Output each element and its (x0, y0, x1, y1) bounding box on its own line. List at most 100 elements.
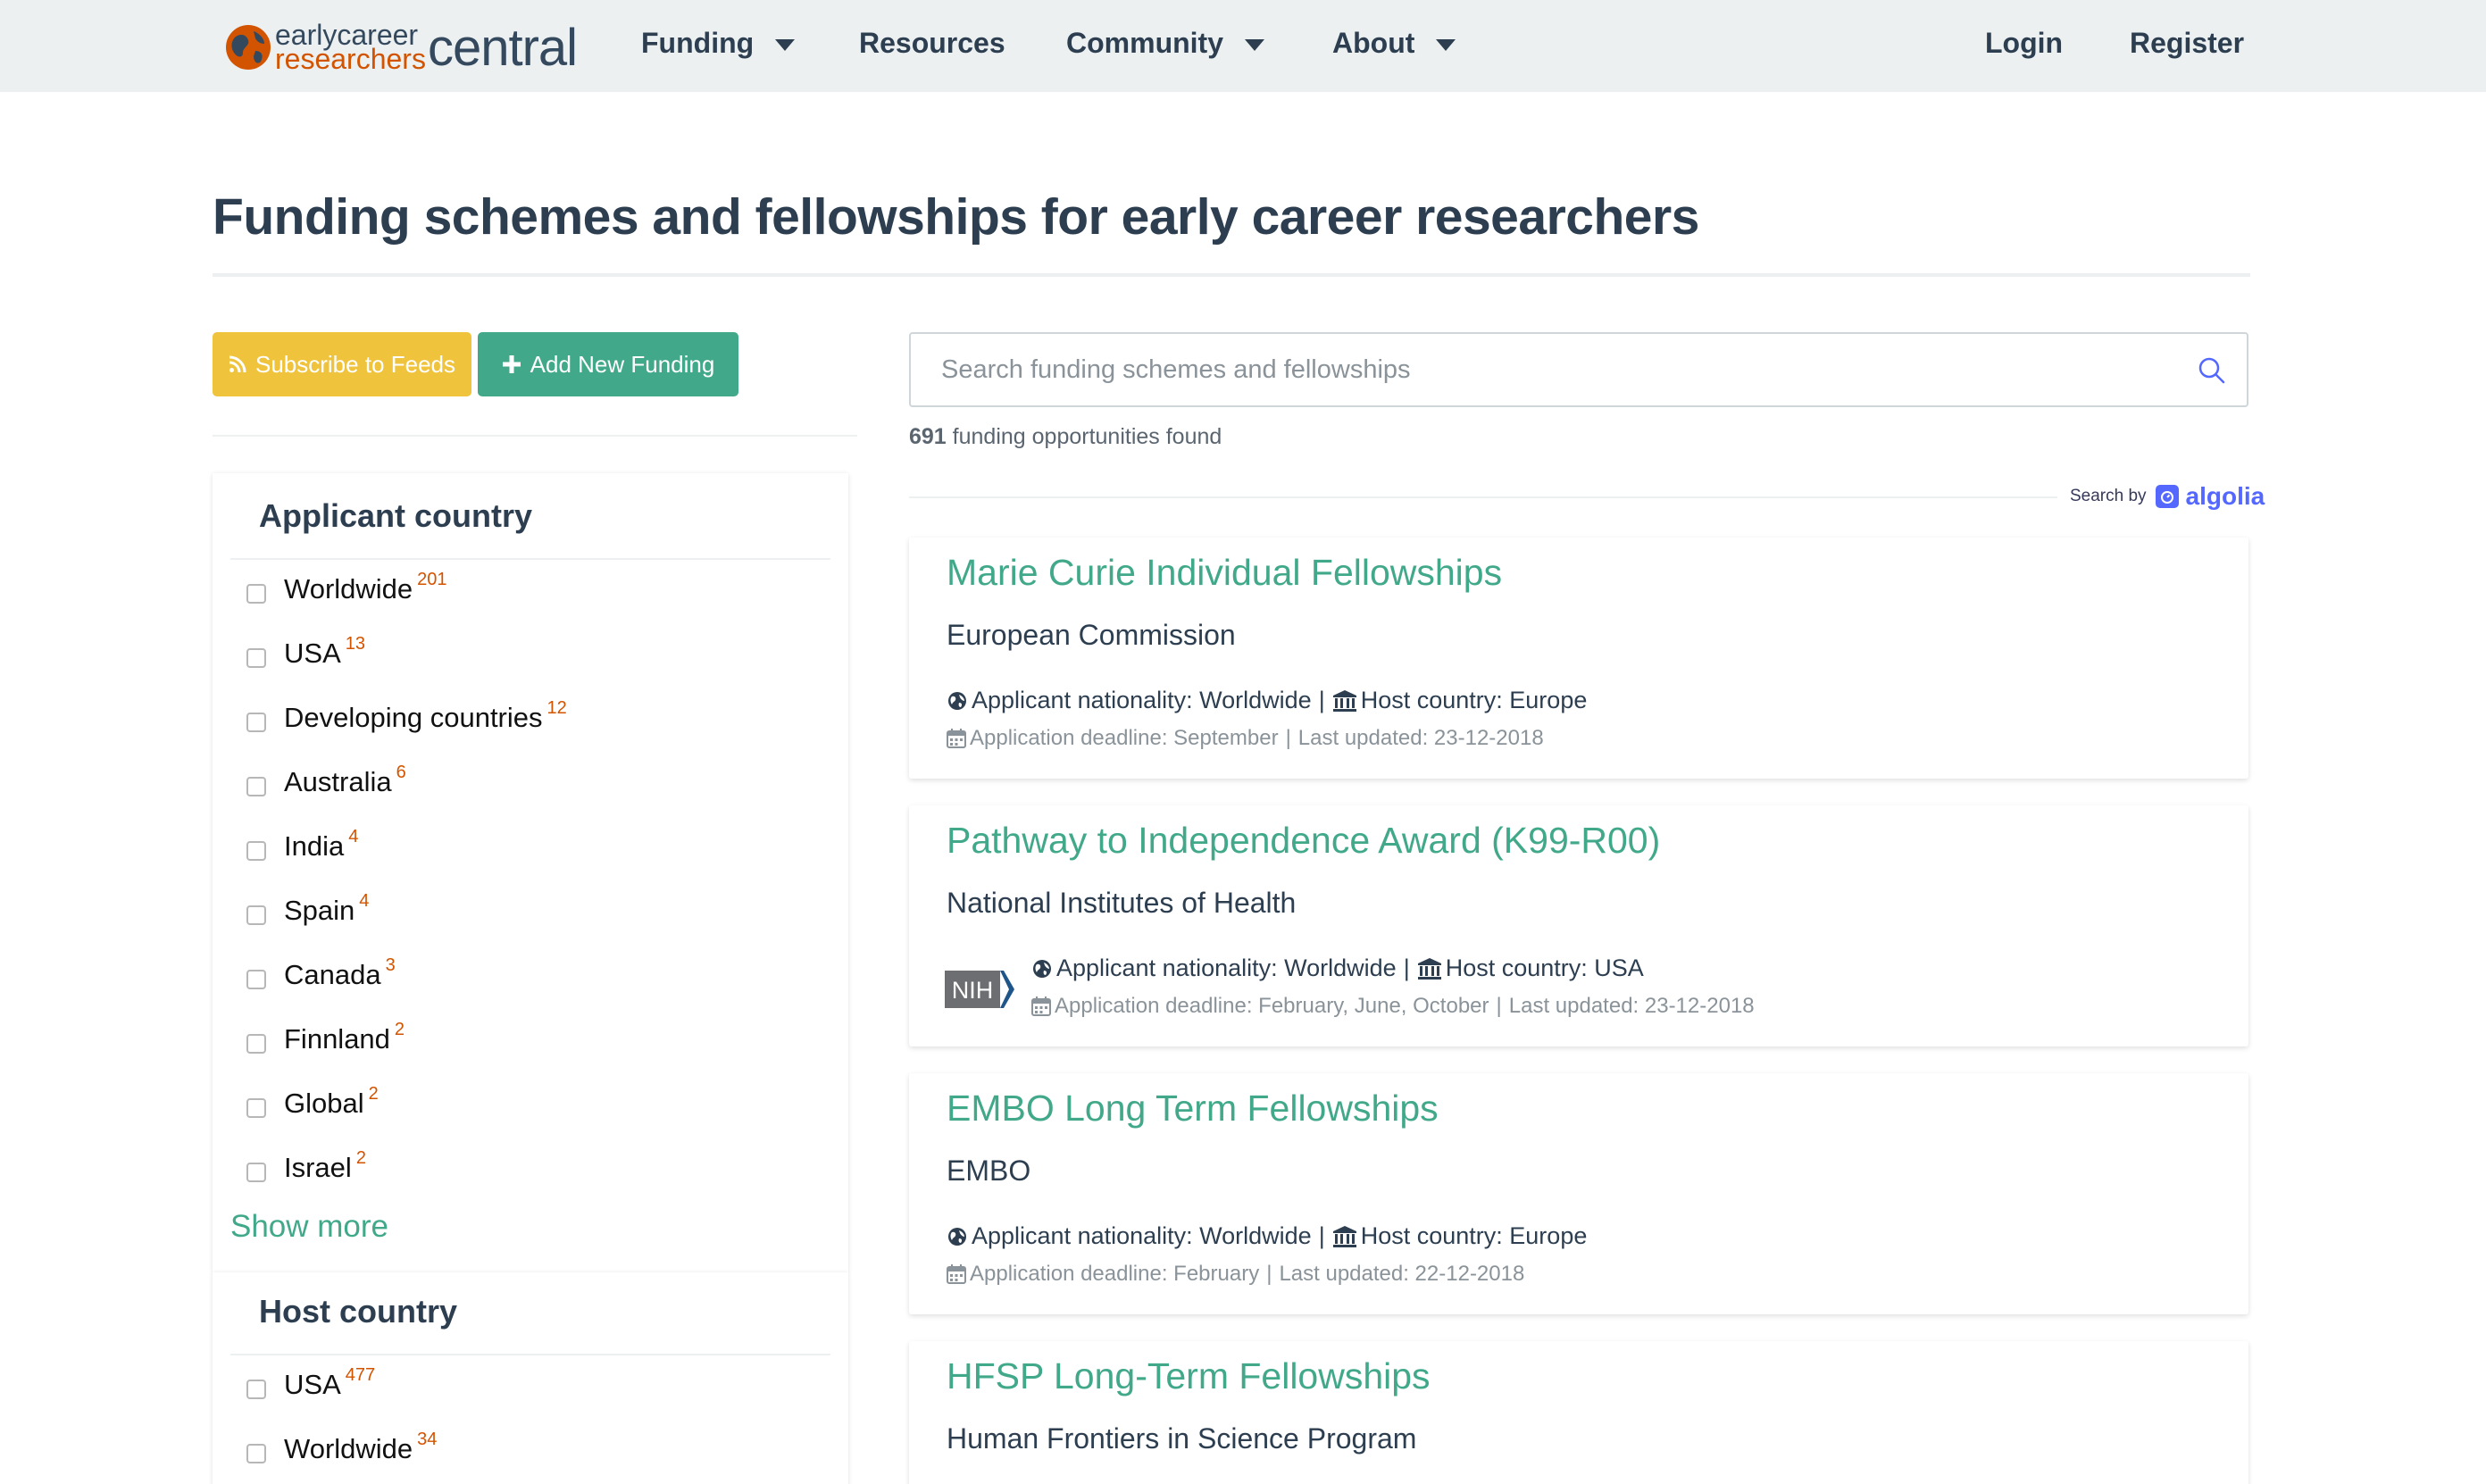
facet-label: Canada (284, 959, 381, 990)
results-count: 691 funding opportunities found (909, 424, 1222, 450)
bank-icon (1332, 1225, 1356, 1247)
checkbox[interactable] (246, 905, 266, 925)
facet-item[interactable]: Israel 2 (246, 1148, 366, 1184)
nav-community[interactable]: Community (1066, 27, 1264, 60)
result-title-link[interactable]: Marie Curie Individual Fellowships (947, 552, 1502, 594)
search-by-label: Search by (2070, 487, 2147, 505)
facet-count: 2 (368, 1084, 379, 1104)
checkbox[interactable] (246, 1444, 266, 1463)
globe-icon (948, 691, 966, 710)
facet-count: 4 (348, 827, 359, 846)
checkbox[interactable] (246, 1380, 266, 1399)
facet-item[interactable]: Spain 4 (246, 891, 369, 927)
logo-text-central: central (427, 18, 578, 77)
result-last-updated: Last updated: 23-12-2018 (1508, 994, 1755, 1018)
sidebar-divider (213, 435, 857, 437)
facet-item[interactable]: Developing countries 12 (246, 698, 567, 734)
checkbox[interactable] (246, 970, 266, 989)
result-card: Marie Curie Individual Fellowships Europ… (909, 538, 2248, 779)
register-link[interactable]: Register (2130, 27, 2244, 60)
host-country-facet: Host country USA 477 Worldwide 34 (213, 1272, 848, 1484)
result-card: Pathway to Independence Award (K99-R00) … (909, 805, 2248, 1046)
plus-icon (502, 355, 521, 373)
title-divider (213, 273, 2250, 277)
globe-logo-icon (226, 25, 271, 70)
facet-label: Spain (284, 895, 355, 926)
checkbox[interactable] (246, 648, 266, 668)
result-host-country: Host country: Europe (1360, 687, 1588, 713)
show-more-link[interactable]: Show more (230, 1209, 388, 1245)
facet-label: USA (284, 638, 341, 669)
login-label: Login (1985, 27, 2064, 59)
bank-icon (1417, 957, 1441, 980)
facet-divider (230, 558, 830, 560)
meta-separator: | (1403, 955, 1410, 981)
search-input[interactable] (911, 334, 2247, 405)
calendar-icon (947, 1264, 966, 1284)
facet-item[interactable]: Finnland 2 (246, 1020, 405, 1055)
search-by-algolia[interactable]: Search by algolia (2070, 482, 2265, 511)
result-card: HFSP Long-Term Fellowships Human Frontie… (909, 1341, 2248, 1484)
facet-label: Australia (284, 766, 392, 797)
result-meta: Applicant nationality: Worldwide | Host … (947, 1222, 1587, 1250)
add-new-funding-button[interactable]: Add New Funding (478, 332, 738, 396)
bank-icon (1332, 689, 1356, 712)
result-deadline: Application deadline: September (970, 726, 1279, 750)
checkbox[interactable] (246, 713, 266, 732)
facet-item[interactable]: India 4 (246, 827, 359, 863)
facet-item[interactable]: USA 477 (246, 1365, 375, 1401)
result-nationality: Applicant nationality: Worldwide (1056, 955, 1397, 981)
results-count-number: 691 (909, 424, 947, 449)
applicant-country-facet: Applicant country Worldwide 201 USA 13 Dev… (213, 473, 848, 1272)
checkbox[interactable] (246, 777, 266, 796)
login-link[interactable]: Login (1985, 27, 2063, 60)
checkbox[interactable] (246, 1163, 266, 1182)
result-deadline: Application deadline: February (970, 1262, 1260, 1286)
facet-item[interactable]: Global 2 (246, 1084, 379, 1120)
logo-text-researchers: researchers (275, 43, 426, 75)
facet-count: 4 (359, 891, 370, 911)
result-organization: National Institutes of Health (947, 887, 1297, 919)
result-deadline-row: Application deadline: February | Last up… (947, 1262, 1524, 1287)
facet-count: 2 (355, 1148, 366, 1168)
facet-item[interactable]: Canada 3 (246, 955, 396, 991)
facet-item[interactable]: Australia 6 (246, 763, 406, 798)
result-nationality: Applicant nationality: Worldwide (972, 687, 1312, 713)
facet-item[interactable]: Worldwide 34 (246, 1430, 438, 1465)
nav-about[interactable]: About (1332, 27, 1456, 60)
checkbox[interactable] (246, 841, 266, 861)
site-logo[interactable]: earlycareer researchers central (223, 18, 578, 77)
facet-label: India (284, 830, 345, 862)
facet-item[interactable]: Worldwide 201 (246, 570, 447, 605)
search-icon[interactable] (2197, 355, 2227, 386)
checkbox[interactable] (246, 584, 266, 604)
navbar: earlycareer researchers central Funding … (0, 0, 2486, 92)
search-box[interactable] (909, 332, 2248, 407)
facet-label: Global (284, 1088, 364, 1119)
meta-separator: | (1496, 994, 1502, 1018)
register-label: Register (2130, 27, 2245, 59)
facet-count: 12 (546, 698, 567, 718)
result-nationality: Applicant nationality: Worldwide (972, 1222, 1312, 1249)
add-new-funding-label: Add New Funding (530, 350, 715, 378)
nav-community-label: Community (1066, 27, 1223, 59)
checkbox[interactable] (246, 1034, 266, 1054)
facet-count: 34 (417, 1430, 438, 1449)
result-title-link[interactable]: HFSP Long-Term Fellowships (947, 1355, 1431, 1397)
nav-resources[interactable]: Resources (859, 27, 1005, 60)
subscribe-feeds-label: Subscribe to Feeds (254, 350, 455, 378)
facet-count: 201 (417, 570, 447, 589)
facet-count: 3 (385, 955, 396, 975)
subscribe-feeds-button[interactable]: Subscribe to Feeds (213, 332, 471, 396)
result-title-link[interactable]: Pathway to Independence Award (K99-R00) (947, 820, 1660, 862)
result-host-country: Host country: Europe (1360, 1222, 1588, 1249)
facet-label: Finnland (284, 1023, 390, 1055)
result-title-link[interactable]: EMBO Long Term Fellowships (947, 1088, 1439, 1130)
nav-about-label: About (1332, 27, 1415, 59)
facet-item[interactable]: USA 13 (246, 634, 365, 670)
result-card: EMBO Long Term Fellowships EMBO Applican… (909, 1073, 2248, 1314)
calendar-icon (1031, 996, 1051, 1016)
nav-funding[interactable]: Funding (641, 27, 796, 60)
facet-label: Worldwide (284, 573, 413, 604)
checkbox[interactable] (246, 1098, 266, 1118)
